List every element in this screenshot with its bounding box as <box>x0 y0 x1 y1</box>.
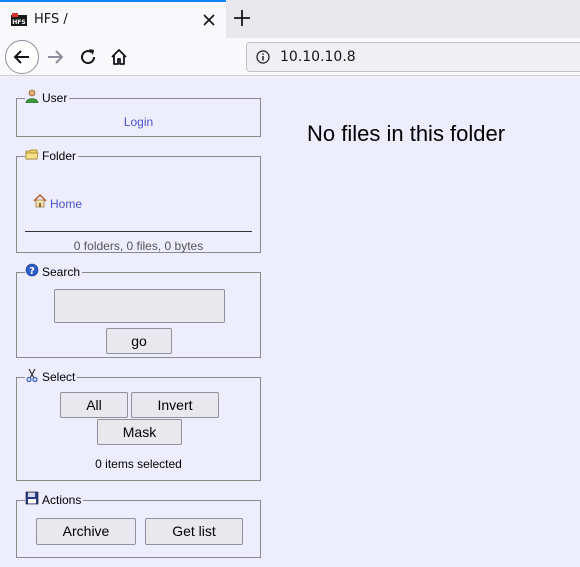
page-content: User Login Folder Home 0 folders, 0 file… <box>0 77 580 567</box>
info-icon[interactable] <box>256 50 270 64</box>
folder-legend-label: Folder <box>42 149 77 163</box>
user-panel-legend: User <box>25 89 69 105</box>
select-panel-legend: Select <box>25 368 77 384</box>
folder-panel: Folder Home 0 folders, 0 files, 0 bytes <box>16 149 261 253</box>
hfs-logo-icon: HFS <box>11 13 27 26</box>
home-link[interactable]: Home <box>50 197 82 211</box>
back-arrow-icon <box>13 50 29 64</box>
user-panel: User Login <box>16 89 261 137</box>
select-legend-label: Select <box>42 370 76 384</box>
login-link[interactable]: Login <box>124 115 153 129</box>
back-button[interactable] <box>5 40 39 74</box>
help-icon: ? <box>25 263 39 277</box>
tab-title: HFS / <box>34 12 68 27</box>
select-panel: Select All Invert Mask 0 items selected <box>16 368 261 481</box>
forward-arrow-icon[interactable] <box>45 47 65 67</box>
search-panel: ? Search go <box>16 263 261 358</box>
get-list-button[interactable]: Get list <box>145 518 243 545</box>
home-folder-icon <box>33 194 47 208</box>
browser-tab[interactable]: HFS HFS / <box>0 0 226 38</box>
search-input[interactable] <box>54 289 225 323</box>
empty-folder-message: No files in this folder <box>307 121 506 146</box>
actions-panel-legend: Actions <box>25 491 83 507</box>
scissors-icon <box>26 368 38 382</box>
selection-status: 0 items selected <box>95 457 182 471</box>
select-all-button[interactable]: All <box>60 392 128 418</box>
mask-button[interactable]: Mask <box>97 419 182 445</box>
new-tab-icon[interactable] <box>232 8 252 28</box>
address-bar[interactable]: 10.10.10.8 <box>246 42 580 72</box>
folder-icon <box>25 149 39 160</box>
svg-text:?: ? <box>29 266 35 277</box>
home-icon[interactable] <box>109 47 129 67</box>
invert-selection-button[interactable]: Invert <box>131 392 219 418</box>
reload-icon[interactable] <box>78 47 98 67</box>
user-icon <box>25 89 39 103</box>
folder-divider <box>25 231 252 232</box>
navigation-toolbar: 10.10.10.8 <box>0 38 580 76</box>
tab-strip: HFS HFS / <box>0 0 580 38</box>
folder-panel-legend: Folder <box>25 149 78 163</box>
archive-button[interactable]: Archive <box>36 518 136 545</box>
url-text: 10.10.10.8 <box>280 49 356 65</box>
close-tab-icon[interactable] <box>200 11 218 29</box>
folder-summary: 0 folders, 0 files, 0 bytes <box>73 239 204 253</box>
search-panel-legend: ? Search <box>25 263 82 279</box>
search-legend-label: Search <box>42 265 81 279</box>
user-legend-label: User <box>42 91 68 105</box>
actions-panel: Actions Archive Get list <box>16 491 261 558</box>
svg-text:HFS: HFS <box>12 19 25 26</box>
actions-legend-label: Actions <box>42 493 82 507</box>
go-button[interactable]: go <box>106 328 172 354</box>
floppy-disk-icon <box>25 491 39 505</box>
